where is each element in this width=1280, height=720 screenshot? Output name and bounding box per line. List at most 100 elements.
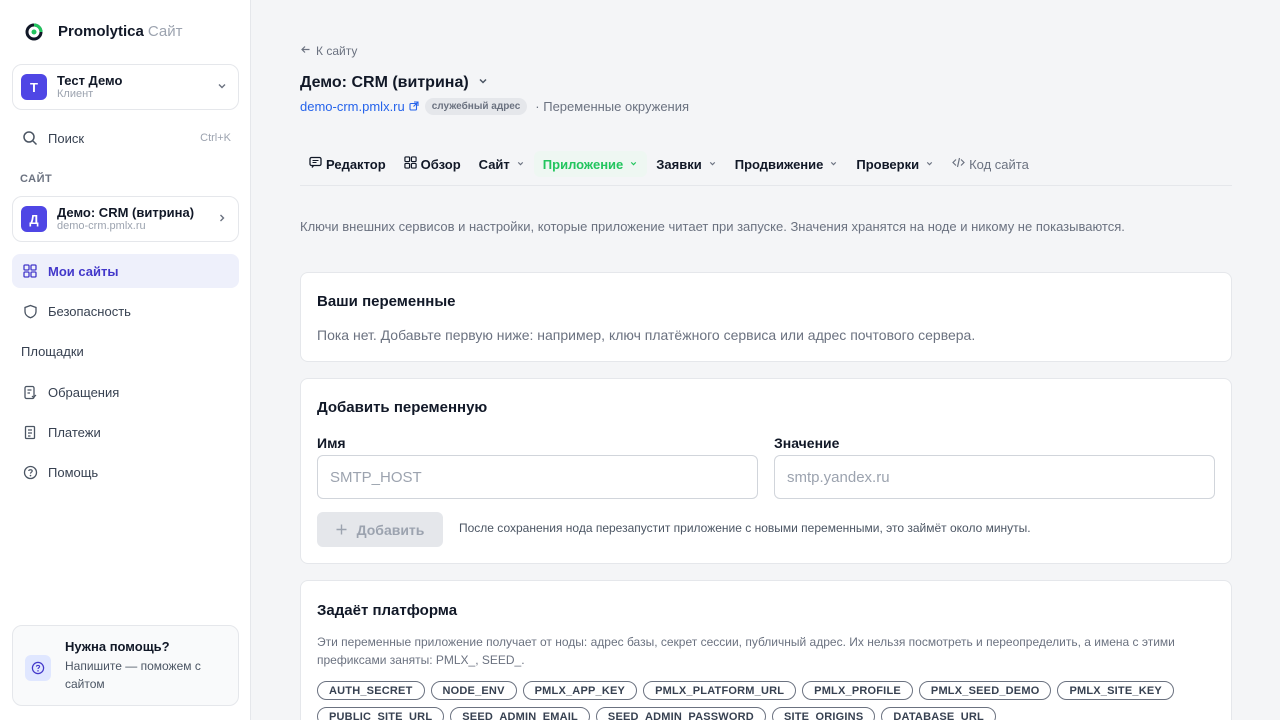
tab-requests-label: Заявки bbox=[656, 156, 702, 172]
ticket-icon bbox=[21, 383, 39, 401]
site-title-dropdown[interactable]: Демо: CRM (витрина) bbox=[300, 74, 489, 92]
value-input[interactable] bbox=[774, 455, 1215, 499]
add-variable-button-label: Добавить bbox=[356, 521, 425, 538]
account-role: Клиент bbox=[57, 88, 94, 100]
shield-icon bbox=[21, 302, 39, 320]
platform-variable-chip: PUBLIC_SITE_URL bbox=[317, 707, 445, 720]
variables-panel: Ваши переменные Пока нет. Добавьте перву… bbox=[300, 272, 1232, 362]
tab-site[interactable]: Сайт bbox=[470, 151, 534, 177]
chevron-down-icon bbox=[216, 80, 228, 95]
platform-variable-chip: PMLX_APP_KEY bbox=[522, 681, 638, 700]
platform-desc: Эти переменные приложение получает от но… bbox=[317, 635, 1175, 667]
promolytica-logo-icon bbox=[24, 22, 44, 42]
domain-link-label: demo-crm.pmlx.ru bbox=[300, 99, 405, 114]
search-icon bbox=[21, 129, 39, 147]
receipt-icon bbox=[21, 423, 39, 441]
help-desc: Напишите — поможем с сайтом bbox=[65, 659, 201, 691]
tab-code-label: Код сайта bbox=[969, 156, 1029, 172]
add-variable-panel: Добавить переменную Имя Значение Добавит… bbox=[300, 378, 1232, 564]
platform-variable-chip: PMLX_SEED_DEMO bbox=[918, 681, 1052, 700]
platform-variable-chip: PMLX_PROFILE bbox=[802, 681, 913, 700]
platform-variable-chips: AUTH_SECRET NODE_ENV PMLX_APP_KEY PMLX_PLAT… bbox=[317, 681, 1217, 720]
add-variable-button[interactable]: Добавить bbox=[317, 512, 443, 547]
tab-app[interactable]: Приложение bbox=[533, 151, 648, 177]
intro-text: Ключи внешних сервисов и настройки, кото… bbox=[300, 219, 1125, 234]
help-card[interactable]: Нужна помощь? Напишите — поможем с сайто… bbox=[12, 625, 239, 706]
tab-checks[interactable]: Проверки bbox=[847, 151, 943, 177]
tab-promo-label: Продвижение bbox=[734, 156, 824, 172]
site-section-label: САЙТ bbox=[20, 173, 53, 185]
search-shortcut: Ctrl+K bbox=[200, 132, 231, 144]
tab-checks-label: Проверки bbox=[856, 156, 920, 172]
nav-platforms[interactable]: Площадки bbox=[12, 334, 239, 368]
chat-icon bbox=[309, 156, 322, 172]
platform-variable-chip: SEED_ADMIN_PASSWORD bbox=[595, 707, 766, 720]
name-label: Имя bbox=[317, 435, 346, 451]
code-icon bbox=[952, 156, 965, 172]
chevron-down-icon bbox=[477, 74, 489, 92]
tab-editor[interactable]: Редактор bbox=[300, 151, 395, 177]
site-subline: demo-crm.pmlx.ru служебный адрес · Перем… bbox=[300, 98, 689, 115]
nav-platforms-label: Площадки bbox=[21, 343, 84, 359]
tab-overview[interactable]: Обзор bbox=[395, 151, 470, 177]
account-name: Тест Демо bbox=[57, 73, 123, 88]
domain-link[interactable]: demo-crm.pmlx.ru bbox=[300, 99, 419, 114]
page-title: Демо: CRM (витрина) bbox=[300, 74, 469, 91]
account-switcher[interactable]: Т Тест Демо Клиент bbox=[12, 64, 239, 110]
brand-sub: Сайт bbox=[147, 23, 183, 40]
nav-security[interactable]: Безопасность bbox=[12, 294, 239, 328]
help-title: Нужна помощь? bbox=[65, 639, 170, 654]
nav-help[interactable]: Помощь bbox=[12, 455, 239, 489]
nav-tickets[interactable]: Обращения bbox=[12, 375, 239, 409]
brand[interactable]: Promolytica Сайт bbox=[24, 22, 182, 42]
variables-empty-text: Пока нет. Добавьте первую ниже: например… bbox=[317, 327, 976, 343]
tab-editor-label: Редактор bbox=[326, 156, 386, 172]
tab-site-label: Сайт bbox=[478, 156, 510, 172]
platform-variable-chip: NODE_ENV bbox=[430, 681, 517, 700]
tab-requests[interactable]: Заявки bbox=[647, 151, 725, 177]
platform-variable-chip: DATABASE_URL bbox=[881, 707, 996, 720]
account-avatar: Т bbox=[21, 74, 47, 100]
site-domain: demo-crm.pmlx.ru bbox=[57, 220, 146, 232]
variables-title: Ваши переменные bbox=[317, 293, 456, 310]
value-label: Значение bbox=[774, 435, 840, 451]
back-link-label: К сайту bbox=[316, 44, 358, 58]
chevron-down-icon bbox=[925, 159, 934, 170]
tab-code[interactable]: Код сайта bbox=[943, 151, 1038, 177]
platform-panel: Задаёт платформа Эти переменные приложен… bbox=[300, 580, 1232, 720]
nav-my-sites-label: Мои сайты bbox=[48, 263, 119, 279]
site-name: Демо: CRM (витрина) bbox=[57, 205, 195, 220]
arrow-left-icon bbox=[300, 44, 311, 58]
tab-overview-label: Обзор bbox=[420, 156, 461, 172]
chevron-down-icon bbox=[629, 159, 638, 170]
platform-variable-chip: AUTH_SECRET bbox=[317, 681, 425, 700]
nav-my-sites[interactable]: Мои сайты bbox=[12, 254, 239, 288]
site-avatar: Д bbox=[21, 206, 47, 232]
search-button[interactable]: Поиск Ctrl+K bbox=[12, 121, 239, 155]
main-content: К сайту Демо: CRM (витрина) demo-crm.pml… bbox=[252, 0, 1280, 720]
nav-payments[interactable]: Платежи bbox=[12, 415, 239, 449]
sidebar: Promolytica Сайт Т Тест Демо Клиент Поиск… bbox=[0, 0, 251, 720]
back-link[interactable]: К сайту bbox=[300, 44, 357, 58]
chevron-down-icon bbox=[516, 159, 525, 170]
search-label: Поиск bbox=[48, 130, 85, 146]
platform-variable-chip: PMLX_PLATFORM_URL bbox=[643, 681, 797, 700]
platform-variable-chip: PMLX_SITE_KEY bbox=[1057, 681, 1174, 700]
question-circle-icon bbox=[21, 463, 39, 481]
breadcrumb: · Переменные окружения bbox=[535, 99, 690, 114]
restart-note: После сохранения нода перезапустит прило… bbox=[459, 521, 1031, 535]
question-circle-icon bbox=[25, 655, 51, 681]
platform-title: Задаёт платформа bbox=[317, 602, 458, 619]
plus-icon bbox=[336, 522, 347, 538]
nav-tickets-label: Обращения bbox=[48, 384, 120, 400]
chevron-right-icon bbox=[216, 212, 228, 227]
site-switcher[interactable]: Д Демо: CRM (витрина) demo-crm.pmlx.ru bbox=[12, 196, 239, 242]
platform-variable-chip: SEED_ADMIN_EMAIL bbox=[450, 707, 590, 720]
nav-payments-label: Платежи bbox=[48, 424, 101, 440]
external-link-icon bbox=[409, 99, 419, 114]
nav-help-label: Помощь bbox=[48, 464, 99, 480]
name-input[interactable] bbox=[317, 455, 758, 499]
grid-icon bbox=[21, 262, 39, 280]
tab-promo[interactable]: Продвижение bbox=[726, 151, 848, 177]
service-address-badge: служебный адрес bbox=[424, 98, 528, 115]
